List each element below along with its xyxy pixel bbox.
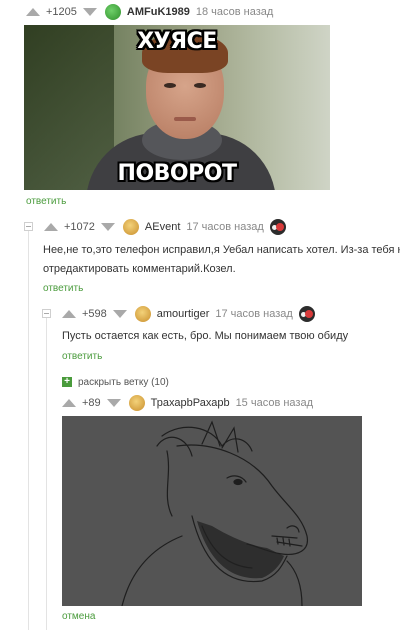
comment-rating: +598 [82, 308, 107, 320]
reply-link[interactable]: ответить [62, 351, 102, 362]
upvote-icon[interactable] [62, 310, 76, 318]
author-nick[interactable]: ТрахарbРахарb [151, 397, 230, 409]
expand-thread-label: раскрыть ветку (10) [78, 376, 169, 388]
comment-text: Нее,не то,это телефон исправил,я Уебал н… [43, 244, 400, 256]
comment-rating: +1205 [46, 6, 77, 18]
award-icon[interactable] [269, 219, 286, 235]
comment-time[interactable]: 15 часов назад [236, 397, 313, 409]
avatar[interactable] [122, 219, 139, 235]
comment-image[interactable] [62, 416, 362, 606]
author-nick[interactable]: AMFuK1989 [127, 6, 190, 18]
comment-header: +1072 AEvent 17 часов назад [44, 219, 286, 235]
comment-text: отредактировать комментарий.Козел. [43, 263, 236, 275]
comment-image[interactable]: ХУЯСЕ ПОВОРОТ [24, 25, 330, 190]
reply-link[interactable]: ответить [43, 283, 83, 294]
avatar[interactable] [104, 4, 121, 20]
downvote-icon[interactable] [112, 310, 127, 318]
horse-man-sketch [121, 420, 309, 606]
expand-plus-icon: + [62, 377, 72, 387]
award-icon[interactable] [298, 306, 315, 322]
cancel-link[interactable]: отмена [62, 611, 95, 622]
meme-caption-bottom: ПОВОРОТ [117, 161, 237, 186]
author-nick[interactable]: AEvent [145, 221, 180, 233]
comment-time[interactable]: 18 часов назад [196, 6, 273, 18]
downvote-icon[interactable] [100, 223, 115, 231]
author-nick[interactable]: amourtiger [157, 308, 210, 320]
upvote-icon[interactable] [44, 223, 58, 231]
comment-text: Пусть остается как есть, бро. Мы понимае… [62, 330, 349, 342]
avatar[interactable] [134, 306, 151, 322]
comment-rating: +1072 [64, 221, 95, 233]
thread-line[interactable] [28, 226, 29, 630]
comment-rating: +89 [82, 397, 101, 409]
upvote-icon[interactable] [62, 399, 76, 407]
avatar[interactable] [128, 395, 145, 411]
image-mouth [174, 117, 196, 121]
comment-time[interactable]: 17 часов назад [215, 308, 292, 320]
image-eye [164, 83, 176, 88]
comment-header: +89 ТрахарbРахарb 15 часов назад [62, 395, 313, 411]
downvote-icon[interactable] [82, 8, 97, 16]
collapse-thread-toggle[interactable] [42, 309, 51, 318]
downvote-icon[interactable] [106, 399, 121, 407]
expand-thread-button[interactable]: + раскрыть ветку (10) [62, 374, 169, 390]
image-eye [194, 83, 206, 88]
comment-header: +598 amourtiger 17 часов назад [62, 306, 315, 322]
upvote-icon[interactable] [26, 8, 40, 16]
comment-time[interactable]: 17 часов назад [186, 221, 263, 233]
meme-caption-top: ХУЯСЕ [137, 29, 217, 54]
comment-header: +1205 AMFuK1989 18 часов назад [26, 4, 273, 20]
thread-line[interactable] [46, 313, 47, 630]
collapse-thread-toggle[interactable] [24, 222, 33, 231]
reply-link[interactable]: ответить [26, 196, 66, 207]
